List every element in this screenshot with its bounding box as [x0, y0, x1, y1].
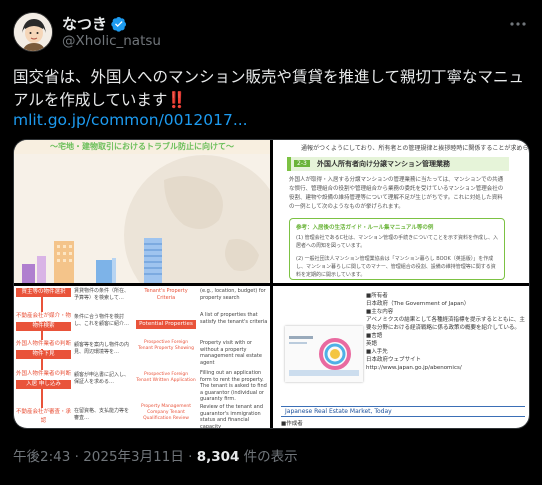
doc-section-bar: Japanese Real Estate Market, Today: [281, 406, 525, 417]
post-link[interactable]: mlit.go.jp/common/0012017...: [13, 111, 248, 129]
post-timestamp[interactable]: 午後2:43 · 2025年3月11日 ·: [13, 449, 197, 465]
flow-label-5: 外国人物件業者の判断: [16, 370, 72, 379]
user-handle[interactable]: @Xholic_natsu: [62, 33, 161, 49]
flow-en-note-3: Property visit with or without a propert…: [200, 340, 262, 366]
flow-en-label-3: Prospective Foreign Tenant Property Show…: [136, 340, 196, 352]
flow-label-1: 買主等の物件選択: [16, 288, 71, 297]
flow-jp-note-3: 顧客等を案内し物件の内見、周辺環境等を…: [74, 342, 130, 355]
doc-row-5: ■言語: [366, 333, 383, 339]
doc-section-number: 2-3: [294, 160, 310, 167]
post-text-line-2-body: アルを作成しています: [13, 91, 168, 109]
media-image-4[interactable]: ■所有者 日本政府（The Government of Japan） ■主な内容…: [273, 286, 529, 428]
doc-row-2: 日本政府（The Government of Japan）: [366, 301, 470, 307]
flow-jp-note-2: 条件に合う物件を検討し、これを顧客に紹介…: [74, 314, 130, 327]
doc-thumbnail-graphic: [285, 326, 363, 382]
tweet: なつき @Xholic_natsu 国交省は、外国人へのマンション販売や賃貸を推…: [0, 0, 542, 485]
flow-en-note-4: Filling out an application form to rent …: [200, 370, 267, 402]
doc-after-label: ■作成者: [281, 421, 303, 427]
flow-en-note-2: A list of properties that satisfy the te…: [200, 312, 268, 325]
view-count-label: 件の表示: [239, 449, 298, 465]
doc-thumbnail: [285, 326, 363, 382]
flow-right-column: Tenant's Property Criteria Potential Pro…: [134, 286, 270, 429]
doc-box-heading: 参考：入居後の生活ガイド・ルール集マニュアル等の例: [296, 225, 434, 231]
avatar[interactable]: [13, 12, 53, 52]
post-meta: 午後2:43 · 2025年3月11日 · 8,304 件の表示: [13, 445, 298, 465]
media-image-2[interactable]: 通報がつくようにしており、所有者との管理規律と挨拶睦時に関係することが求められま…: [273, 140, 530, 283]
verified-badge-icon: [111, 16, 127, 32]
flow-en-label-1: Tenant's Property Criteria: [136, 288, 196, 302]
post-text-line-1: 国交省は、外国人へのマンション販売や賃貸を推進して親切丁寧なマニュ: [13, 68, 525, 86]
doc-top-note: 通報がつくようにしており、所有者との管理規律と挨拶睦時に関係することが求められま…: [301, 145, 530, 152]
media-grid: ～宅地・建物取引におけるトラブル防止に向けて～ 通報がつくようにしており、所有者…: [13, 139, 530, 429]
media-image-3[interactable]: 買主等の物件選択 不動産会社が媒介・物件検索 物件検索 外国人物件業者の判断 物…: [14, 286, 270, 429]
media-image-1[interactable]: ～宅地・建物取引におけるトラブル防止に向けて～: [14, 140, 270, 283]
flow-en-label-5: Property Management Company Tenant Quali…: [136, 404, 196, 422]
doc-box-item-1: (1) 管理会社であるC社は、マンション管理の手続きについてことを示す資料を作成…: [296, 235, 498, 249]
display-name[interactable]: なつき: [62, 13, 127, 34]
doc-section-header: 2-3 外国人所有者向け分譲マンション管理業務: [287, 157, 509, 171]
flow-jp-note-1: 賃貸物件の条件（所在、予算等）を検索して…: [74, 288, 130, 301]
flow-en-label-2: Potential Properties: [136, 320, 196, 329]
flow-label-2b: 物件検索: [16, 322, 71, 331]
doc-row-9: http://www.japan.go.jp/abenomics/: [366, 365, 462, 371]
doc-paragraph: 外国人が取得・入居する分譲マンションの管理業務に当たっては、マンションでの共通な…: [289, 177, 504, 210]
doc-row-1: ■所有者: [366, 293, 388, 299]
post-text-line-2: アルを作成しています‼️: [13, 89, 533, 112]
flow-label-4: 物件下見: [16, 350, 71, 359]
flow-jp-note-4: 顧客が申込書に記入し、保証人を求める…: [74, 372, 130, 385]
flow-label-7: 不動産会社が審査・承認: [16, 408, 72, 426]
doc-row-4: アベノミクスの結果として各種経済指標を提示するとともに、主要な分野における経済戦…: [366, 317, 525, 331]
doc-row-7: ■入手先: [366, 349, 388, 355]
flow-label-6: 入居 申し込み: [16, 380, 71, 389]
flow-left-column: 買主等の物件選択 不動産会社が媒介・物件検索 物件検索 外国人物件業者の判断 物…: [14, 286, 134, 428]
double-exclamation-emoji: ‼️: [167, 91, 187, 109]
doc-row-6: 英語: [366, 341, 378, 347]
doc-row-3: ■主な内容: [366, 309, 394, 315]
flow-jp-note-5: 在留資格、支払能力等を審査…: [74, 408, 130, 421]
flow-label-3: 外国人物件業者の判断: [16, 340, 72, 349]
more-options-icon[interactable]: [508, 14, 528, 34]
flow-en-label-4: Prospective Foreign Tenant Written Appli…: [136, 372, 196, 384]
flow-en-note-1: (e.g., location, budget) for property se…: [200, 288, 266, 301]
flow-en-note-5: Review of the tenant and guarantor's imm…: [200, 404, 264, 429]
avatar-illustration-icon: [14, 13, 52, 51]
display-name-text: なつき: [62, 15, 108, 33]
doc-section-title: 外国人所有者向け分譲マンション管理業務: [317, 160, 450, 168]
doc-row-8: 日本政府ウェブサイト: [366, 357, 422, 363]
post-text: 国交省は、外国人へのマンション販売や賃貸を推進して親切丁寧なマニュ アルを作成し…: [13, 66, 533, 112]
doc-info-rows: ■所有者 日本政府（The Government of Japan） ■主な内容…: [366, 292, 526, 372]
doc-reference-box: 参考：入居後の生活ガイド・ルール集マニュアル等の例 (1) 管理会社であるC社は…: [289, 218, 505, 280]
view-count: 8,304: [196, 449, 240, 465]
doc-box-item-2: (2) 一般社団法人マンション管理業協会は「マンション暮らし BOOK（英語版）…: [296, 256, 496, 278]
cover-illustration: [14, 154, 270, 283]
